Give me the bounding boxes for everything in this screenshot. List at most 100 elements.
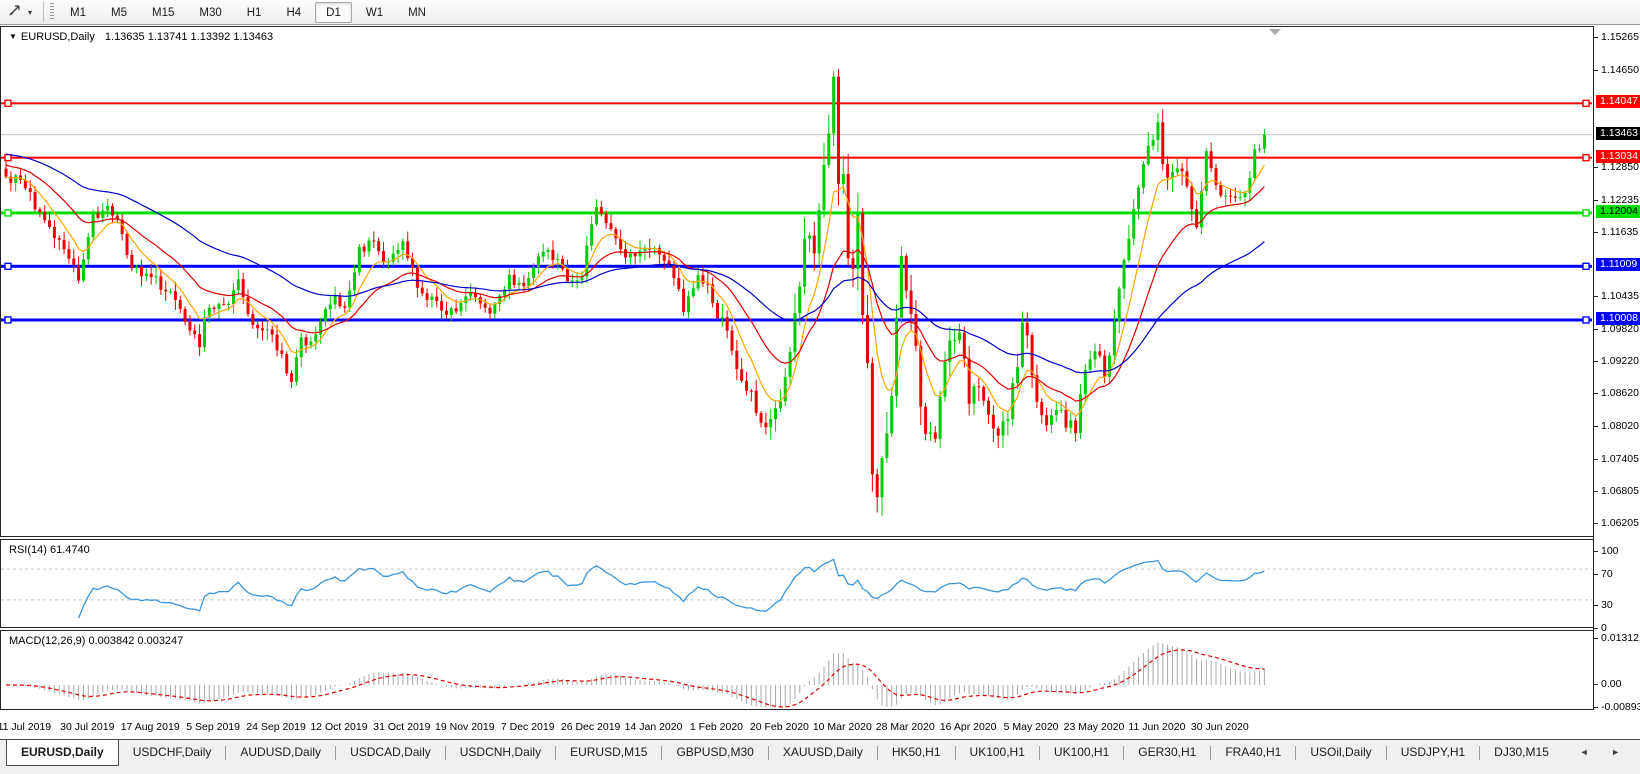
date-axis-label: 11 Jul 2019 bbox=[0, 721, 51, 733]
price-axis-tick bbox=[1594, 393, 1598, 394]
rsi-axis-label: 100 bbox=[1601, 545, 1619, 557]
price-axis-label: 1.07405 bbox=[1601, 453, 1639, 465]
fast-ema-line bbox=[6, 165, 1264, 416]
macd-panel[interactable]: MACD(12,26,9) 0.003842 0.003247 bbox=[0, 630, 1593, 710]
price-axis-tick bbox=[1594, 167, 1598, 168]
rsi-axis-tick bbox=[1594, 551, 1598, 552]
level-price-badge: 1.14047 bbox=[1596, 95, 1640, 108]
rsi-axis-tick bbox=[1594, 628, 1598, 629]
rsi-label: RSI(14) 61.4740 bbox=[9, 544, 90, 556]
price-axis-tick bbox=[1594, 70, 1598, 71]
chart-tab-dj30-m15[interactable]: DJ30,M15 bbox=[1480, 740, 1563, 766]
price-axis[interactable]: 1.152651.146501.128501.122351.116351.104… bbox=[1593, 26, 1640, 710]
collapse-triangle-icon[interactable]: ▼ bbox=[9, 32, 17, 41]
main-chart-panel[interactable]: ▼EURUSD,Daily1.13635 1.13741 1.13392 1.1… bbox=[0, 26, 1593, 537]
chart-symbol-label: EURUSD,Daily bbox=[21, 31, 95, 43]
timeframe-buttons: M1M5M15M30H1H4D1W1MN bbox=[59, 2, 437, 23]
date-axis-label: 28 Mar 2020 bbox=[876, 721, 935, 733]
chart-tab-uk100-h1[interactable]: UK100,H1 bbox=[956, 740, 1039, 766]
tab-bar-footer bbox=[0, 767, 1640, 774]
date-axis-label: 5 May 2020 bbox=[1004, 721, 1059, 733]
timeframe-button-m1[interactable]: M1 bbox=[59, 2, 97, 23]
price-axis-label: 1.15265 bbox=[1601, 31, 1639, 43]
price-axis-label: 1.06805 bbox=[1601, 485, 1639, 497]
rsi-axis-label: 70 bbox=[1601, 568, 1613, 580]
macd-axis-label: -0.008933 bbox=[1601, 701, 1640, 713]
date-axis-label: 19 Nov 2019 bbox=[435, 721, 495, 733]
chart-tab-bar: EURUSD,DailyUSDCHF,DailyAUDUSD,DailyUSDC… bbox=[0, 739, 1640, 774]
level-price-badge: 1.10008 bbox=[1596, 312, 1640, 325]
price-axis-tick bbox=[1594, 491, 1598, 492]
date-axis-label: 11 Jun 2020 bbox=[1128, 721, 1185, 733]
chart-shift-marker-icon[interactable] bbox=[1269, 29, 1281, 35]
macd-histogram bbox=[6, 643, 1264, 707]
chart-tab-gbpusd-m30[interactable]: GBPUSD,M30 bbox=[662, 740, 767, 766]
date-axis-label: 30 Jul 2019 bbox=[60, 721, 114, 733]
timeframe-button-h1[interactable]: H1 bbox=[236, 2, 273, 23]
rsi-panel[interactable]: RSI(14) 61.4740 bbox=[0, 539, 1593, 628]
price-axis-tick bbox=[1594, 523, 1598, 524]
macd-label: MACD(12,26,9) 0.003842 0.003247 bbox=[9, 635, 183, 647]
medium-ema-line bbox=[6, 165, 1264, 401]
chart-tab-xauusd-daily[interactable]: XAUUSD,Daily bbox=[769, 740, 877, 766]
timeframe-button-m5[interactable]: M5 bbox=[100, 2, 138, 23]
date-axis-label: 1 Feb 2020 bbox=[690, 721, 743, 733]
timeframe-button-mn[interactable]: MN bbox=[397, 2, 437, 23]
chart-tab-usdcnh-daily[interactable]: USDCNH,Daily bbox=[446, 740, 555, 766]
price-axis-label: 1.12235 bbox=[1601, 194, 1639, 206]
chart-tab-fra40-h1[interactable]: FRA40,H1 bbox=[1211, 740, 1295, 766]
macd-axis-tick bbox=[1594, 684, 1598, 685]
macd-axis-tick bbox=[1594, 707, 1598, 708]
price-axis-tick bbox=[1594, 361, 1598, 362]
chart-tab-eurusd-m15[interactable]: EURUSD,M15 bbox=[556, 740, 661, 766]
candlestick-series bbox=[5, 69, 1266, 516]
cursor-tool-button[interactable]: ▾ bbox=[4, 2, 39, 22]
chart-tab-hk50-h1[interactable]: HK50,H1 bbox=[878, 740, 955, 766]
timeframe-button-m30[interactable]: M30 bbox=[188, 2, 232, 23]
date-axis-label: 23 May 2020 bbox=[1064, 721, 1125, 733]
date-axis-label: 26 Dec 2019 bbox=[561, 721, 621, 733]
date-axis-label: 17 Aug 2019 bbox=[121, 721, 180, 733]
date-axis-label: 20 Feb 2020 bbox=[750, 721, 809, 733]
date-axis-label: 30 Jun 2020 bbox=[1191, 721, 1249, 733]
tab-scroll-right-icon[interactable]: ► bbox=[1611, 747, 1630, 757]
tab-scroll-left-icon[interactable]: ◄ bbox=[1580, 747, 1599, 757]
macd-axis-label: 0.013121 bbox=[1601, 632, 1640, 644]
timeframe-button-m15[interactable]: M15 bbox=[141, 2, 185, 23]
date-axis[interactable]: 11 Jul 201930 Jul 201917 Aug 20195 Sep 2… bbox=[0, 710, 1593, 739]
chart-tab-uk100-h1[interactable]: UK100,H1 bbox=[1040, 740, 1123, 766]
toolbar-drag-grip[interactable] bbox=[50, 3, 54, 21]
macd-axis-tick bbox=[1594, 638, 1598, 639]
timeframe-button-h4[interactable]: H4 bbox=[275, 2, 312, 23]
rsi-axis-tick bbox=[1594, 574, 1598, 575]
price-axis-label: 1.08620 bbox=[1601, 387, 1639, 399]
price-axis-tick bbox=[1594, 37, 1598, 38]
chart-tab-usdchf-daily[interactable]: USDCHF,Daily bbox=[119, 740, 226, 766]
chart-title: ▼EURUSD,Daily1.13635 1.13741 1.13392 1.1… bbox=[9, 31, 273, 43]
price-axis-label: 1.08020 bbox=[1601, 420, 1639, 432]
macd-plot bbox=[1, 631, 1592, 709]
chart-tab-audusd-daily[interactable]: AUDUSD,Daily bbox=[226, 740, 335, 766]
cursor-tool-dropdown-icon[interactable]: ▾ bbox=[25, 6, 35, 19]
chart-tabs: EURUSD,DailyUSDCHF,DailyAUDUSD,DailyUSDC… bbox=[0, 740, 1640, 767]
price-axis-tick bbox=[1594, 459, 1598, 460]
level-price-badge: 1.13034 bbox=[1596, 150, 1640, 163]
rsi-plot bbox=[1, 540, 1592, 627]
level-price-badge: 1.11009 bbox=[1596, 258, 1640, 271]
date-axis-label: 24 Sep 2019 bbox=[246, 721, 306, 733]
price-axis-label: 1.14650 bbox=[1601, 64, 1639, 76]
timeframe-button-w1[interactable]: W1 bbox=[355, 2, 394, 23]
timeframe-button-d1[interactable]: D1 bbox=[315, 2, 352, 23]
chart-tab-usdjpy-h1[interactable]: USDJPY,H1 bbox=[1387, 740, 1479, 766]
candlestick-chart[interactable] bbox=[1, 27, 1592, 536]
chart-tab-ger30-h1[interactable]: GER30,H1 bbox=[1124, 740, 1210, 766]
chart-tab-usoil-daily[interactable]: USOil,Daily bbox=[1296, 740, 1385, 766]
price-axis-label: 1.06205 bbox=[1601, 517, 1639, 529]
date-axis-label: 16 Apr 2020 bbox=[940, 721, 997, 733]
date-axis-label: 12 Oct 2019 bbox=[310, 721, 367, 733]
level-price-badge: 1.12004 bbox=[1596, 205, 1640, 218]
chart-tab-eurusd-daily[interactable]: EURUSD,Daily bbox=[6, 740, 119, 766]
chart-tab-usdcad-daily[interactable]: USDCAD,Daily bbox=[336, 740, 445, 766]
price-axis-label: 1.09220 bbox=[1601, 355, 1639, 367]
price-axis-tick bbox=[1594, 329, 1598, 330]
